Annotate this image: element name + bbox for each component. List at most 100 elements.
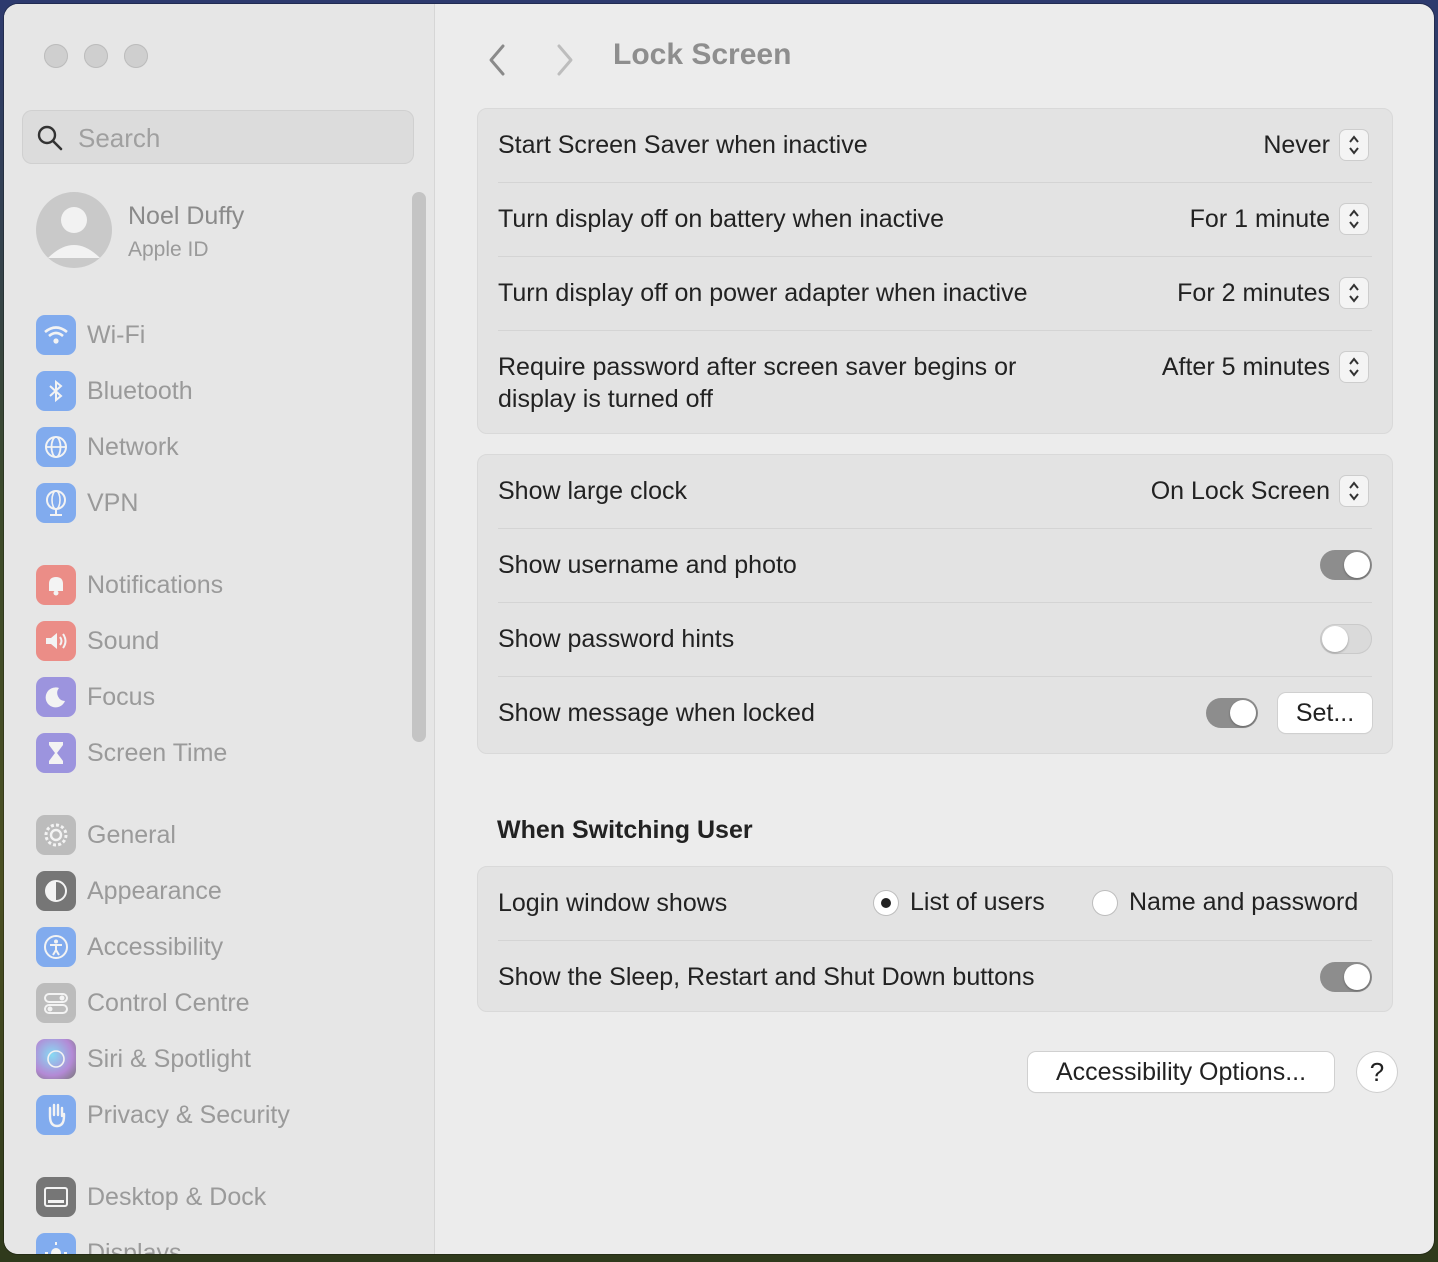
radio-dot (881, 897, 891, 908)
popup-value: After 5 minutes (1161, 352, 1330, 381)
sidebar-item-label: Network (87, 432, 179, 461)
sidebar-item-notifications[interactable]: Notifications (36, 563, 406, 607)
battery-display-popup[interactable]: For 1 minute (1190, 204, 1368, 234)
back-button[interactable] (479, 40, 515, 80)
require-password-row: Require password after screen saver begi… (498, 331, 1372, 431)
chevron-left-icon (489, 44, 505, 76)
vpn-globe-icon (36, 483, 76, 523)
sidebar-item-label: Wi-Fi (87, 320, 146, 349)
accessibility-icon (36, 927, 76, 967)
sidebar-item-label: Privacy & Security (87, 1100, 290, 1129)
adapter-display-popup[interactable]: For 2 minutes (1177, 278, 1368, 308)
wifi-icon (36, 315, 76, 355)
username-photo-toggle[interactable] (1320, 550, 1372, 580)
popup-value: On Lock Screen (1150, 476, 1330, 505)
sidebar-item-label: Screen Time (87, 738, 228, 767)
require-password-label-line1: Require password after screen saver begi… (498, 353, 1017, 381)
username-photo-row: Show username and photo (498, 529, 1372, 603)
login-window-label: Login window shows (498, 889, 728, 917)
require-password-label: Require password after screen saver begi… (498, 351, 1016, 415)
radio-button-selected[interactable] (874, 890, 898, 915)
message-locked-label: Show message when locked (498, 699, 815, 727)
battery-display-label: Turn display off on battery when inactiv… (498, 205, 945, 233)
sidebar-item-label: Accessibility (87, 932, 224, 961)
adapter-display-row: Turn display off on power adapter when i… (498, 257, 1372, 331)
search-field[interactable] (22, 110, 414, 166)
sidebar-scrollbar[interactable] (412, 192, 426, 742)
radio-button[interactable] (1093, 890, 1117, 915)
screen-saver-row: Start Screen Saver when inactive Never (498, 109, 1372, 183)
sidebar-item-general[interactable]: General (36, 813, 406, 857)
password-hints-row: Show password hints (498, 603, 1372, 677)
account-name: Noel Duffy (128, 202, 245, 230)
bluetooth-icon (36, 371, 76, 411)
sidebar-item-desktop-dock[interactable]: Desktop & Dock (36, 1175, 406, 1219)
sidebar-item-accessibility[interactable]: Accessibility (36, 925, 406, 969)
set-message-button[interactable]: Set... (1278, 693, 1372, 733)
globe-icon (36, 427, 76, 467)
message-locked-toggle[interactable] (1206, 698, 1258, 728)
password-hints-label: Show password hints (498, 625, 735, 653)
main-pane: Lock Screen Start Screen Saver when inac… (435, 4, 1434, 1254)
sidebar-item-appearance[interactable]: Appearance (36, 869, 406, 913)
sidebar-item-network[interactable]: Network (36, 425, 406, 469)
sidebar-item-screen-time[interactable]: Screen Time (36, 731, 406, 775)
search-icon (37, 125, 63, 151)
accessibility-options-button[interactable]: Accessibility Options... (1028, 1052, 1334, 1092)
stepper-arrows-icon (1340, 204, 1368, 234)
sidebar-item-siri-spotlight[interactable]: Siri & Spotlight (36, 1037, 406, 1081)
username-photo-label: Show username and photo (498, 551, 797, 579)
switching-user-group: Login window shows List of users Name an… (477, 866, 1393, 1012)
adapter-display-label: Turn display off on power adapter when i… (498, 279, 1028, 307)
sidebar-item-bluetooth[interactable]: Bluetooth (36, 369, 406, 413)
sidebar-item-label: General (87, 820, 176, 849)
screen-saver-popup[interactable]: Never (1263, 130, 1368, 160)
window-controls (44, 44, 148, 68)
sidebar-item-sound[interactable]: Sound (36, 619, 406, 663)
appearance-icon (36, 871, 76, 911)
screen-saver-label: Start Screen Saver when inactive (498, 131, 868, 159)
power-buttons-toggle[interactable] (1320, 962, 1372, 992)
radio-label: List of users (910, 888, 1045, 916)
hourglass-icon (36, 733, 76, 773)
sidebar-item-displays[interactable]: Displays (36, 1231, 406, 1254)
chevron-right-icon (557, 44, 573, 76)
minimize-window-button[interactable] (84, 44, 108, 68)
stepper-arrows-icon (1340, 278, 1368, 308)
help-button[interactable]: ? (1357, 1052, 1397, 1092)
moon-icon (36, 677, 76, 717)
bell-icon (36, 565, 76, 605)
apple-id-account[interactable]: Noel Duffy Apple ID (36, 192, 396, 272)
sidebar-item-vpn[interactable]: VPN (36, 481, 406, 525)
dock-icon (36, 1177, 76, 1217)
page-title: Lock Screen (613, 38, 792, 71)
hand-icon (36, 1095, 76, 1135)
forward-button[interactable] (547, 40, 583, 80)
radio-name-and-password[interactable]: Name and password (1093, 888, 1358, 917)
login-window-row: Login window shows List of users Name an… (498, 867, 1372, 941)
user-silhouette-icon (48, 207, 100, 258)
close-window-button[interactable] (44, 44, 68, 68)
sidebar-item-control-centre[interactable]: Control Centre (36, 981, 406, 1025)
account-subtitle: Apple ID (128, 238, 209, 261)
sidebar-item-privacy-security[interactable]: Privacy & Security (36, 1093, 406, 1137)
require-password-popup[interactable]: After 5 minutes (1162, 352, 1368, 382)
zoom-window-button[interactable] (124, 44, 148, 68)
sidebar: Noel Duffy Apple ID Wi-Fi Bluetooth Netw… (4, 4, 435, 1254)
power-buttons-row: Show the Sleep, Restart and Shut Down bu… (498, 941, 1372, 1011)
sidebar-item-wifi[interactable]: Wi-Fi (36, 313, 406, 357)
settings-window: Noel Duffy Apple ID Wi-Fi Bluetooth Netw… (4, 4, 1434, 1254)
gear-icon (36, 815, 76, 855)
radio-list-of-users[interactable]: List of users (874, 888, 1045, 917)
popup-value: For 2 minutes (1177, 278, 1330, 307)
sidebar-item-label: Appearance (87, 876, 222, 905)
stepper-arrows-icon (1340, 352, 1368, 382)
siri-icon (36, 1039, 76, 1079)
password-hints-toggle[interactable] (1320, 624, 1372, 654)
stepper-arrows-icon (1340, 476, 1368, 506)
large-clock-popup[interactable]: On Lock Screen (1151, 476, 1368, 506)
sidebar-item-label: VPN (87, 488, 139, 517)
radio-label: Name and password (1129, 888, 1359, 916)
sidebar-item-focus[interactable]: Focus (36, 675, 406, 719)
search-input[interactable] (76, 110, 400, 166)
